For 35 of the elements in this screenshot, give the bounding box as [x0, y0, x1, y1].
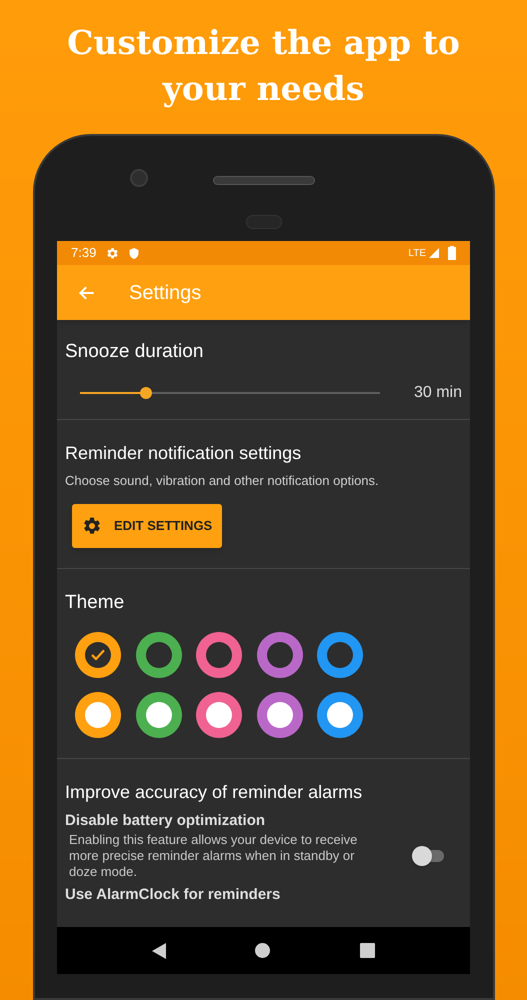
- theme-swatch[interactable]: [317, 692, 363, 738]
- theme-swatch[interactable]: [196, 692, 242, 738]
- signal-icon: [428, 247, 440, 259]
- snooze-reading: 30 min: [414, 382, 462, 402]
- battery-icon: [448, 246, 456, 260]
- toolbar-title: Settings: [129, 280, 202, 306]
- network-type: LTE: [408, 246, 426, 260]
- theme-swatch[interactable]: [196, 632, 242, 678]
- gear-icon: [106, 246, 120, 260]
- theme-swatch[interactable]: [317, 632, 363, 678]
- headline: Customize the app to your needs: [66, 22, 461, 110]
- theme-swatch[interactable]: [256, 632, 302, 678]
- theme-swatch[interactable]: [136, 692, 182, 738]
- section-title: Improve accuracy of reminder alarms: [65, 780, 364, 804]
- home-nav-icon[interactable]: [255, 943, 270, 958]
- theme-swatch[interactable]: [75, 692, 121, 738]
- back-nav-icon[interactable]: [152, 942, 166, 958]
- section-title: Snooze duration: [65, 340, 204, 364]
- theme-swatch[interactable]: [136, 632, 182, 678]
- recents-nav-icon[interactable]: [360, 943, 376, 958]
- section-title: Reminder notification settings: [65, 442, 302, 465]
- status-time: 7:39: [71, 244, 96, 262]
- section-subtitle: Choose sound, vibration and other notification options.: [65, 472, 380, 490]
- section-title: Theme: [65, 591, 126, 615]
- option-description: Enabling this feature allows your device to receive more precise reminder alarms when in standby or doze mode.: [68, 832, 358, 880]
- camera-icon: [130, 169, 148, 187]
- theme-swatch[interactable]: [256, 692, 302, 738]
- option-title: Disable battery optimization: [65, 810, 266, 830]
- snooze-slider[interactable]: [80, 386, 380, 398]
- toggle-switch[interactable]: [412, 846, 444, 866]
- option-title: Use AlarmClock for reminders: [65, 885, 282, 905]
- shield-icon: [128, 246, 140, 260]
- edit-settings-button[interactable]: EDIT SETTINGS: [72, 504, 222, 548]
- gear-icon: [82, 516, 102, 536]
- theme-swatch[interactable]: [75, 632, 121, 678]
